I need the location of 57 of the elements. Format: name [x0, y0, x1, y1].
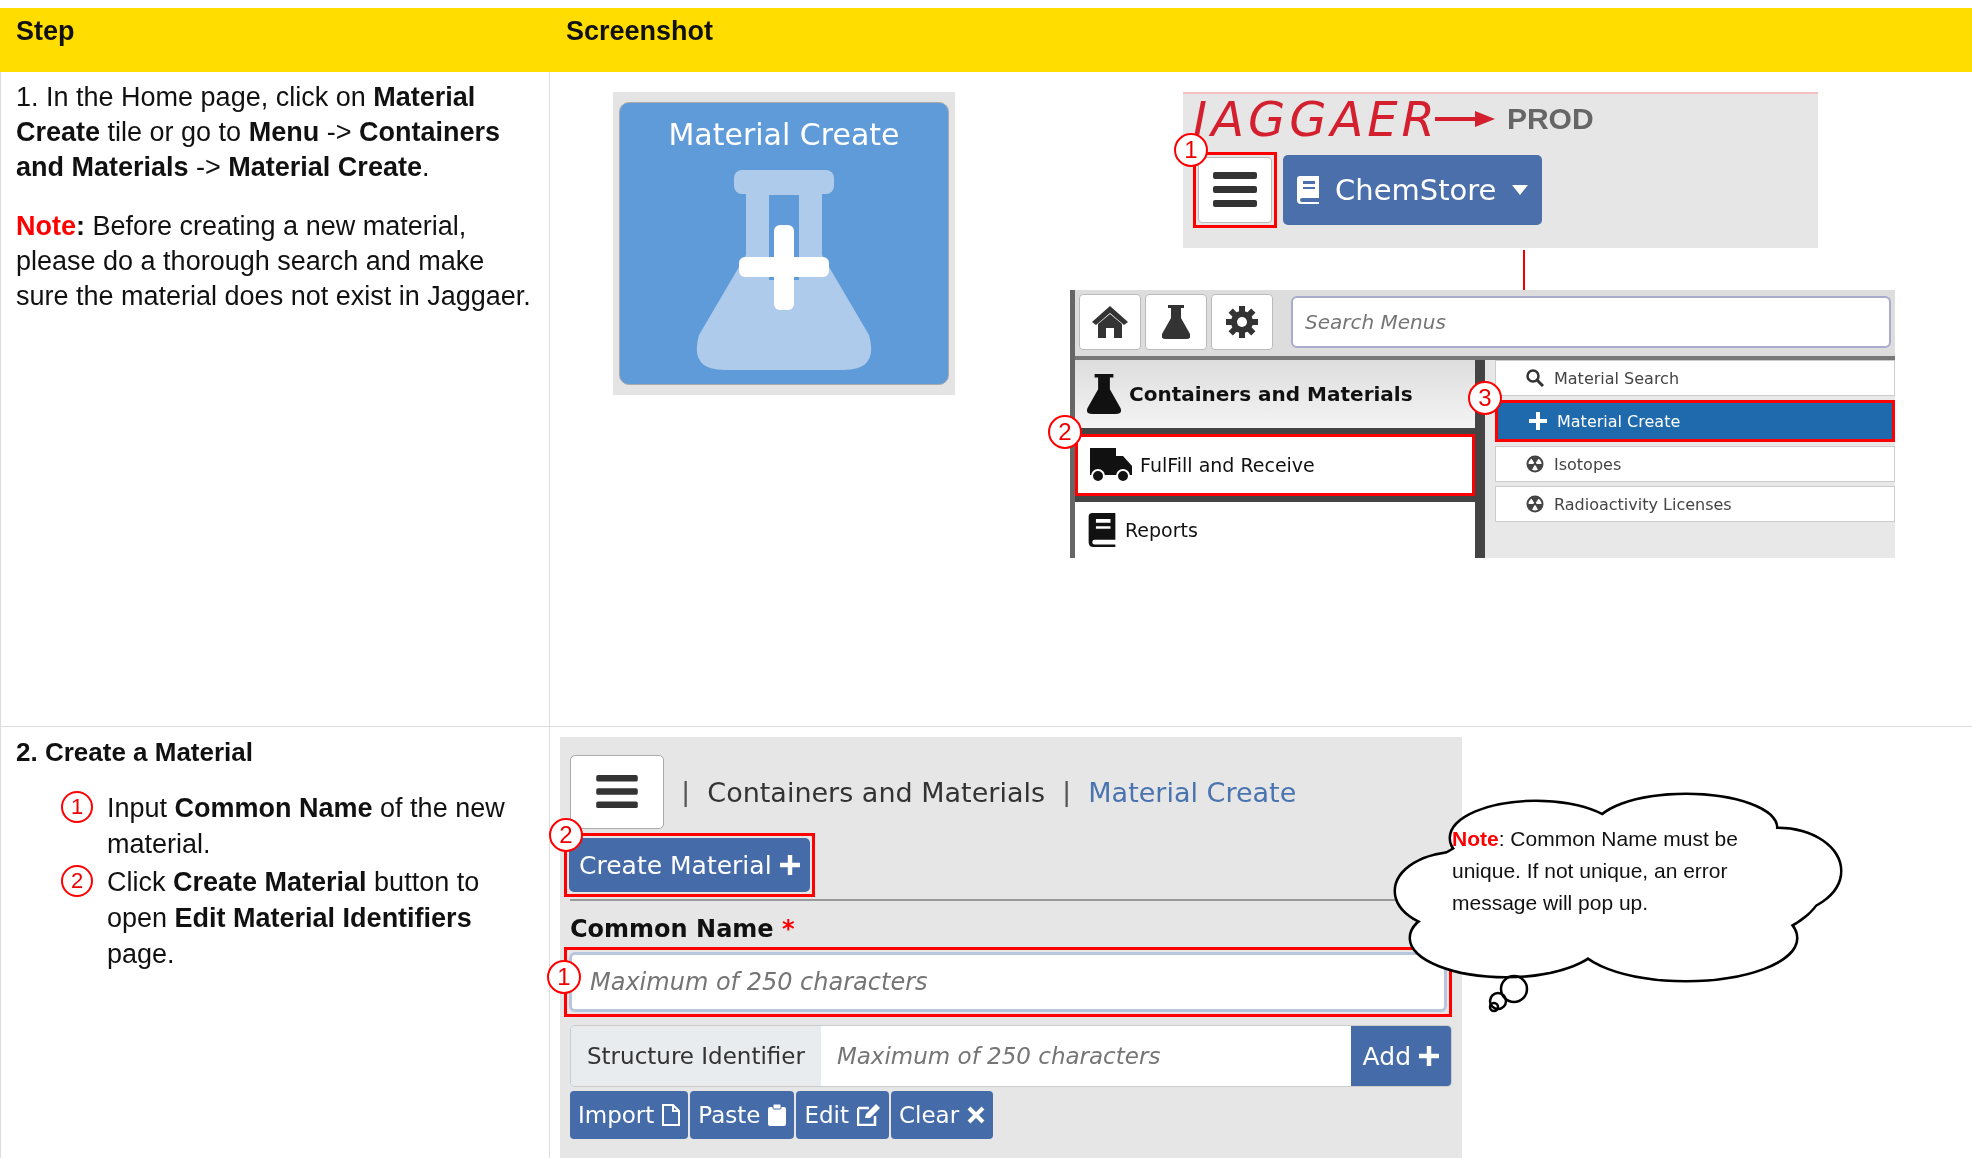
- column-header: Step: [15, 15, 76, 48]
- step-title: 2. Create a Material: [16, 737, 254, 768]
- clipboard-icon: [768, 1104, 787, 1126]
- menu-category[interactable]: Containers and Materials: [1075, 360, 1475, 428]
- action-button[interactable]: Paste: [690, 1091, 795, 1139]
- home-button[interactable]: [1079, 294, 1141, 350]
- note-text: Note: Before creating a new material, please do a thorough search and make sure the material does not exist in Jaggaer.: [16, 210, 532, 313]
- search-icon: [1526, 369, 1544, 387]
- edit-icon: [857, 1104, 881, 1126]
- common-name-field[interactable]: Maximum of 250 characters: [569, 952, 1447, 1012]
- flask-plus-icon: [694, 170, 874, 370]
- callout-number: 1: [547, 960, 581, 994]
- action-button[interactable]: Import: [570, 1091, 689, 1139]
- search-field[interactable]: Search Menus: [1291, 296, 1891, 348]
- radiation-icon: [1526, 495, 1544, 513]
- note-text: Note: Common Name must be unique. If not unique, an error message will pop up.: [1452, 826, 1739, 916]
- step-number: 1: [61, 791, 93, 823]
- submenu-item[interactable]: Isotopes: [1495, 446, 1895, 482]
- menu-category[interactable]: Reports: [1075, 502, 1475, 558]
- settings-button[interactable]: [1211, 294, 1273, 350]
- material-create-tile[interactable]: Material Create: [619, 102, 949, 385]
- environment-label: PROD: [1506, 102, 1594, 136]
- arrow-icon: [1434, 111, 1495, 127]
- plus-icon: [1529, 412, 1547, 430]
- truck-icon: [1090, 448, 1132, 482]
- menu-icon: [596, 775, 638, 809]
- book-icon: [1087, 513, 1117, 547]
- action-button[interactable]: Edit: [796, 1091, 889, 1139]
- chemstore-button[interactable]: ChemStore: [1283, 155, 1543, 225]
- menu-category[interactable]: FulFill and Receive: [1078, 437, 1472, 493]
- breadcrumb-separator: |: [682, 776, 690, 808]
- flask-button[interactable]: [1145, 294, 1207, 350]
- submenu-item[interactable]: Radioactivity Licenses: [1495, 486, 1895, 522]
- flask-icon: [1087, 374, 1121, 414]
- step-text: Input Common Name of the new material.: [107, 792, 506, 861]
- radiation-icon: [1526, 455, 1544, 473]
- submenu-item[interactable]: Material Create: [1498, 403, 1892, 439]
- plus-icon: [779, 855, 800, 875]
- callout-number: 2: [1048, 415, 1082, 449]
- book-icon: [1297, 176, 1319, 204]
- home-icon: [1092, 306, 1128, 338]
- breadcrumb-item[interactable]: Material Create: [1088, 776, 1297, 808]
- menu-button[interactable]: [570, 755, 664, 829]
- field-label: Common Name *: [570, 915, 796, 943]
- menu-icon: [1213, 172, 1257, 208]
- flask-icon: [1162, 305, 1190, 339]
- breadcrumb-separator: |: [1063, 776, 1071, 808]
- caret-icon: [1512, 185, 1529, 195]
- file-icon: [662, 1104, 681, 1126]
- step-number: 2: [61, 865, 93, 897]
- instruction-text: 1. In the Home page, click on Material Create tile or go to Menu -> Containers and Materials -> Material Create.: [16, 81, 501, 184]
- close-icon: [967, 1106, 986, 1124]
- column-header: Screenshot: [565, 15, 715, 48]
- submenu-item[interactable]: Material Search: [1495, 360, 1895, 396]
- step-text: Click Create Material button to open Edit Material Identifiers page.: [107, 866, 481, 971]
- action-button[interactable]: Clear: [891, 1091, 994, 1139]
- breadcrumb-item[interactable]: Containers and Materials: [707, 776, 1045, 808]
